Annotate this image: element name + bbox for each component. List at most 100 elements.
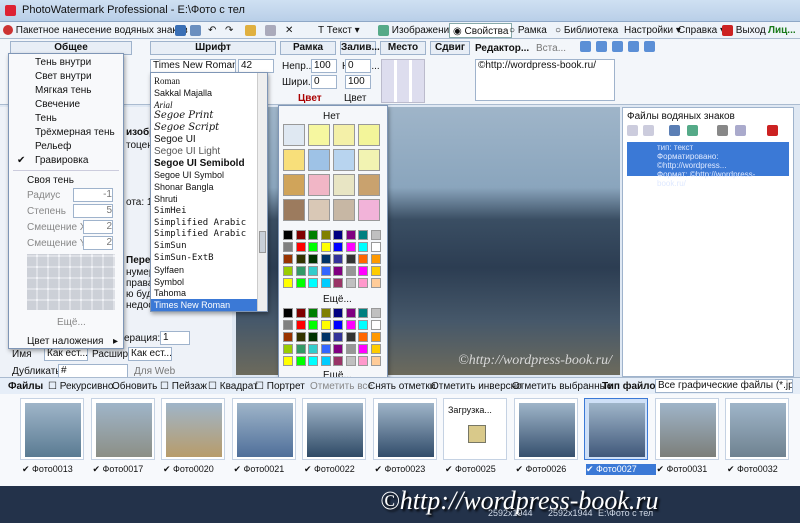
texture-swatch[interactable] — [308, 174, 330, 196]
image-watermark-icon[interactable] — [687, 125, 698, 136]
file-thumbnail[interactable] — [654, 398, 719, 460]
color-swatch[interactable] — [333, 320, 343, 330]
color-swatch[interactable] — [345, 344, 356, 354]
redo-icon[interactable]: ↷ — [225, 23, 233, 38]
file-checkbox[interactable]: ✔ — [516, 464, 526, 474]
color-swatch[interactable] — [295, 230, 306, 240]
color-swatch[interactable] — [295, 254, 306, 264]
texture-swatch[interactable] — [333, 149, 355, 171]
color-swatch[interactable] — [370, 320, 381, 330]
file-name[interactable]: ✔ Фото0032 — [727, 464, 797, 475]
font-item[interactable]: Segoe Print — [151, 110, 257, 122]
color-swatch[interactable] — [308, 332, 318, 342]
color-swatch[interactable] — [370, 356, 381, 366]
color-swatch[interactable] — [345, 332, 356, 342]
font-item[interactable]: Segoe UI Light — [151, 146, 257, 158]
width-field[interactable]: 0 — [311, 75, 337, 89]
insert-button[interactable]: Вста... — [536, 43, 566, 54]
web-checkbox[interactable]: Для Web — [134, 366, 175, 377]
file-thumbnail[interactable] — [372, 398, 437, 460]
library-tab[interactable]: ○ Библиотека — [555, 23, 618, 38]
color-swatch[interactable] — [345, 320, 356, 330]
text-button[interactable]: T Текст ▾ — [318, 23, 360, 38]
file-thumbnail[interactable] — [20, 398, 84, 460]
align-right-icon[interactable] — [612, 41, 623, 52]
color-swatch[interactable] — [345, 230, 356, 240]
texture-swatch[interactable] — [283, 174, 305, 196]
texture-swatch[interactable] — [308, 124, 330, 146]
color-swatch[interactable] — [370, 278, 381, 288]
color-swatch[interactable] — [333, 308, 343, 318]
exit-button[interactable]: Выход — [722, 23, 766, 38]
font-item[interactable]: Segoe UI Semibold — [151, 158, 257, 170]
file-thumbnail[interactable] — [513, 398, 578, 460]
refresh-button[interactable]: Обновить — [112, 379, 157, 394]
color-swatch[interactable] — [308, 278, 318, 288]
color-swatch[interactable] — [283, 332, 293, 342]
portrait-checkbox[interactable]: ☐ Портрет — [255, 379, 305, 394]
menu-item-engraving[interactable]: ✔ Гравировка — [9, 154, 123, 168]
color-swatch[interactable] — [308, 254, 318, 264]
color-swatch[interactable] — [333, 242, 343, 252]
delete-watermark-icon[interactable] — [767, 125, 778, 136]
font-item[interactable]: Simplified Arabic — [151, 228, 257, 240]
landscape-checkbox[interactable]: ☐ Пейзаж — [160, 379, 207, 394]
file-checkbox[interactable]: ✔ — [304, 464, 314, 474]
copy-watermark-icon[interactable] — [735, 125, 746, 136]
file-checkbox[interactable]: ✔ — [657, 464, 667, 474]
more-colors-button-1[interactable]: Ещё... — [323, 294, 352, 305]
font-item[interactable]: SimSun — [151, 240, 257, 252]
color-swatch[interactable] — [320, 356, 331, 366]
font-item[interactable]: Roman — [151, 75, 257, 87]
font-item[interactable]: Symbol — [151, 276, 257, 288]
menu-item-inner-light[interactable]: Свет внутри — [9, 70, 123, 84]
texture-swatch[interactable] — [333, 124, 355, 146]
color-swatch[interactable] — [370, 266, 381, 276]
font-item[interactable]: SimHei — [151, 205, 257, 217]
degree-field[interactable]: 5 — [73, 204, 113, 218]
watermark-list-item[interactable]: тип: текст Форматировано: ©http://wordpr… — [627, 142, 789, 188]
file-checkbox[interactable]: ✔ — [727, 464, 737, 474]
color-swatch[interactable] — [345, 242, 356, 252]
color-swatch[interactable] — [333, 332, 343, 342]
batch-button[interactable]: Пакетное нанесение водяных знаков ▾ — [3, 23, 196, 38]
color-swatch[interactable] — [358, 254, 368, 264]
color-swatch[interactable] — [283, 266, 293, 276]
color-swatch[interactable] — [283, 308, 293, 318]
color-swatch[interactable] — [370, 230, 381, 240]
save-as-icon[interactable] — [190, 23, 201, 38]
color-swatch[interactable] — [283, 254, 293, 264]
color-swatch[interactable] — [308, 308, 318, 318]
file-name[interactable]: ✔ Фото0021 — [234, 464, 304, 475]
color-swatch[interactable] — [320, 332, 331, 342]
file-checkbox[interactable]: ✔ — [234, 464, 244, 474]
color-swatch[interactable] — [308, 230, 318, 240]
color-swatch[interactable] — [283, 344, 293, 354]
color-swatch[interactable] — [345, 266, 356, 276]
save-icon[interactable] — [175, 23, 186, 38]
color-swatch[interactable] — [345, 278, 356, 288]
tab-font[interactable]: Шрифт — [150, 41, 276, 55]
color-swatch[interactable] — [295, 344, 306, 354]
file-thumbnail[interactable] — [725, 398, 789, 460]
align-top-icon[interactable] — [644, 41, 655, 52]
color-swatch[interactable] — [320, 254, 331, 264]
texture-swatch[interactable] — [358, 174, 380, 196]
color-swatch[interactable] — [295, 356, 306, 366]
mark-all-button[interactable]: Отметить все — [310, 379, 373, 394]
menu-item-3d-shadow[interactable]: Трёхмерная тень — [9, 126, 123, 140]
font-item[interactable]: Shruti — [151, 193, 257, 205]
file-checkbox[interactable]: ✔ — [163, 464, 173, 474]
tab-frame[interactable]: Рамка — [280, 41, 336, 55]
editor-textarea[interactable]: ©http://wordpress-book.ru/ — [475, 59, 615, 101]
texture-swatch[interactable] — [283, 124, 305, 146]
color-swatch[interactable] — [358, 266, 368, 276]
align-left-icon[interactable] — [580, 41, 591, 52]
color-swatch[interactable] — [320, 320, 331, 330]
radius-field[interactable]: -1 — [73, 188, 113, 202]
color-swatch[interactable] — [320, 242, 331, 252]
texture-swatch[interactable] — [333, 174, 355, 196]
color-swatch[interactable] — [308, 320, 318, 330]
color-swatch[interactable] — [308, 266, 318, 276]
color-swatch[interactable] — [283, 356, 293, 366]
